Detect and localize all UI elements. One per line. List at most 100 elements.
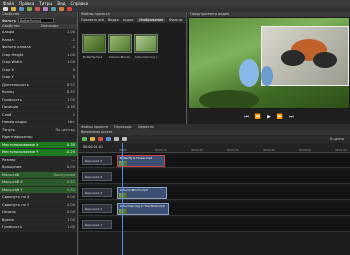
property-row[interactable]: Crop Height 1.00 <box>0 51 78 59</box>
property-value[interactable]: 0.00 <box>38 194 78 201</box>
track-label[interactable]: Дорожка 1 <box>82 220 112 229</box>
timeline-track[interactable]: Дорожка 2 Lotus Dancing In The Wind.mp4 <box>79 202 350 216</box>
property-value[interactable]: -1 <box>38 37 78 44</box>
property-row[interactable]: Масштаб Y 0.52 <box>0 186 78 194</box>
property-row[interactable]: Канал -1 <box>0 36 78 44</box>
add-track-icon[interactable] <box>82 137 87 141</box>
property-row[interactable]: Время 1.00 <box>0 216 78 224</box>
property-row[interactable]: Сдвинуть по Х 0.00 <box>0 194 77 202</box>
filter-field[interactable]: Butterfly.mp4 <box>17 18 54 23</box>
menu-titles[interactable]: Титры <box>39 1 52 6</box>
tab-audio[interactable]: Аудио <box>123 18 134 22</box>
property-value[interactable]: — <box>38 157 78 164</box>
timeline-clip[interactable]: Lotus Dancing In The Wind.mp4 <box>117 203 169 215</box>
property-value[interactable]: 1.00 <box>38 217 78 224</box>
file-thumbnail[interactable]: Butterfly.mp4 <box>82 34 106 59</box>
property-value[interactable]: 1.00 <box>38 59 78 66</box>
property-row[interactable]: Длительность 8.57 <box>0 81 78 89</box>
previous-marker-icon[interactable] <box>114 137 119 141</box>
tab-show-all[interactable]: Показать всё <box>81 18 104 22</box>
property-row[interactable]: Вращение 0.00 <box>0 164 77 172</box>
jump-start-button[interactable]: ⏮ <box>244 114 249 120</box>
import-files-icon[interactable] <box>43 7 48 11</box>
property-value[interactable]: 3.35 <box>38 104 78 111</box>
property-value[interactable]: 8.57 <box>38 82 78 89</box>
timeline-ruler[interactable]: 00:00:01:01 00:0000:00:1000:00:2000:00:3… <box>79 143 350 153</box>
snapping-icon[interactable] <box>90 137 95 141</box>
timeline-track[interactable]: Дорожка 1 <box>79 218 350 232</box>
property-value[interactable]: 0.52 <box>38 187 78 194</box>
save-project-icon[interactable] <box>19 7 24 11</box>
timeline-track[interactable]: Дорожка 3 Lotus Is Bloom.mp4 <box>79 186 350 200</box>
add-marker-icon[interactable] <box>106 137 111 141</box>
property-value[interactable]: Нет <box>38 119 78 126</box>
property-row[interactable]: Сдвинуть по Y 0.00 <box>0 201 78 209</box>
property-row[interactable]: Громкость 1.00 <box>0 96 78 104</box>
property-value[interactable]: 0.00 <box>38 209 78 216</box>
property-value[interactable]: 2 <box>38 112 78 119</box>
menu-help[interactable]: Справка <box>70 1 88 6</box>
timeline-track[interactable]: Дорожка 5 Butterfly Is Flower.mp4 <box>79 154 350 168</box>
undo-icon[interactable] <box>27 7 32 11</box>
track-label[interactable]: Дорожка 5 <box>82 156 112 165</box>
property-value[interactable]: 1.00 <box>38 224 78 231</box>
menu-view[interactable]: Вид <box>57 1 65 6</box>
property-row[interactable]: Масштаб Наилучшая <box>0 171 78 179</box>
playhead[interactable] <box>122 143 123 255</box>
property-row[interactable]: Конец 8.57 <box>0 89 77 97</box>
property-row[interactable]: Размер — <box>0 156 78 164</box>
property-row[interactable]: Масштаб Х 0.52 <box>0 179 77 187</box>
property-row[interactable]: Crop Y 0 <box>0 74 77 82</box>
property-row[interactable]: Crop Width 1.00 <box>0 59 77 67</box>
property-row[interactable]: Фильтр канала -1 <box>0 44 77 52</box>
export-video-icon[interactable] <box>67 7 72 11</box>
razor-icon[interactable] <box>98 137 103 141</box>
tab-filter[interactable]: Фильтр: <box>169 18 183 22</box>
property-value[interactable]: 0 <box>38 67 78 74</box>
property-value[interactable]: 1.00 <box>38 29 78 36</box>
jump-end-button[interactable]: ⏭ <box>289 114 294 120</box>
menu-edit[interactable]: Правка <box>19 1 34 6</box>
property-value[interactable]: -0.25 <box>38 149 78 156</box>
file-thumbnail[interactable]: Lotus Is Bloom... <box>108 34 132 59</box>
rewind-button[interactable]: ⏪ <box>255 114 261 120</box>
open-project-icon[interactable] <box>11 7 16 11</box>
property-value[interactable]: 8.57 <box>38 89 78 96</box>
property-value[interactable]: 0.52 <box>38 179 78 186</box>
next-marker-icon[interactable] <box>122 137 127 141</box>
property-row[interactable]: Номер кадра Нет <box>0 119 77 127</box>
fast-forward-button[interactable]: ⏩ <box>277 114 283 120</box>
property-value[interactable]: 0.35 <box>38 142 78 149</box>
property-value[interactable]: Наилучшая <box>38 172 78 179</box>
redo-icon[interactable] <box>35 7 40 11</box>
track-label[interactable]: Дорожка 3 <box>82 188 112 197</box>
timeline-clip[interactable]: Butterfly Is Flower.mp4 <box>117 155 165 167</box>
property-row[interactable]: Местоположение Y -0.25 <box>0 149 77 157</box>
tab-effects[interactable]: Эффекты <box>137 125 153 129</box>
property-value[interactable]: 0.00 <box>38 164 78 171</box>
tab-project-files[interactable]: Файлы проекта <box>81 125 108 129</box>
tab-images[interactable]: Изображения <box>137 18 166 22</box>
property-row[interactable]: Слой 2 <box>0 111 78 119</box>
track-label[interactable]: Дорожка 4 <box>82 172 112 181</box>
property-row[interactable]: Местоположение Х 0.35 <box>0 141 78 149</box>
tab-transitions[interactable]: Переходы <box>114 125 131 129</box>
property-value[interactable]: 1.00 <box>38 97 78 104</box>
property-value[interactable]: По центру <box>38 127 78 134</box>
play-button[interactable]: ▶ <box>267 114 271 120</box>
property-row[interactable]: Тянуть По центру <box>0 126 78 134</box>
property-row[interactable]: Позиция 3.35 <box>0 104 77 112</box>
property-value[interactable]: 0.00 <box>38 202 78 209</box>
property-value[interactable]: -1 <box>38 44 78 51</box>
profile-icon[interactable] <box>51 7 56 11</box>
timeline-clip[interactable]: Lotus Is Bloom.mp4 <box>117 187 167 199</box>
property-row[interactable]: Начало 0.00 <box>0 209 77 217</box>
video-frame[interactable] <box>189 18 349 108</box>
property-value[interactable]: 0 <box>38 74 78 81</box>
property-row[interactable]: Идентификатор <box>0 134 77 142</box>
property-value[interactable]: 1.00 <box>38 52 78 59</box>
file-thumbnail[interactable]: Lotus Dancing i... <box>134 34 159 59</box>
fullscreen-icon[interactable] <box>59 7 64 11</box>
property-row[interactable]: Альфа 1.00 <box>0 29 77 37</box>
new-project-icon[interactable] <box>3 7 8 11</box>
